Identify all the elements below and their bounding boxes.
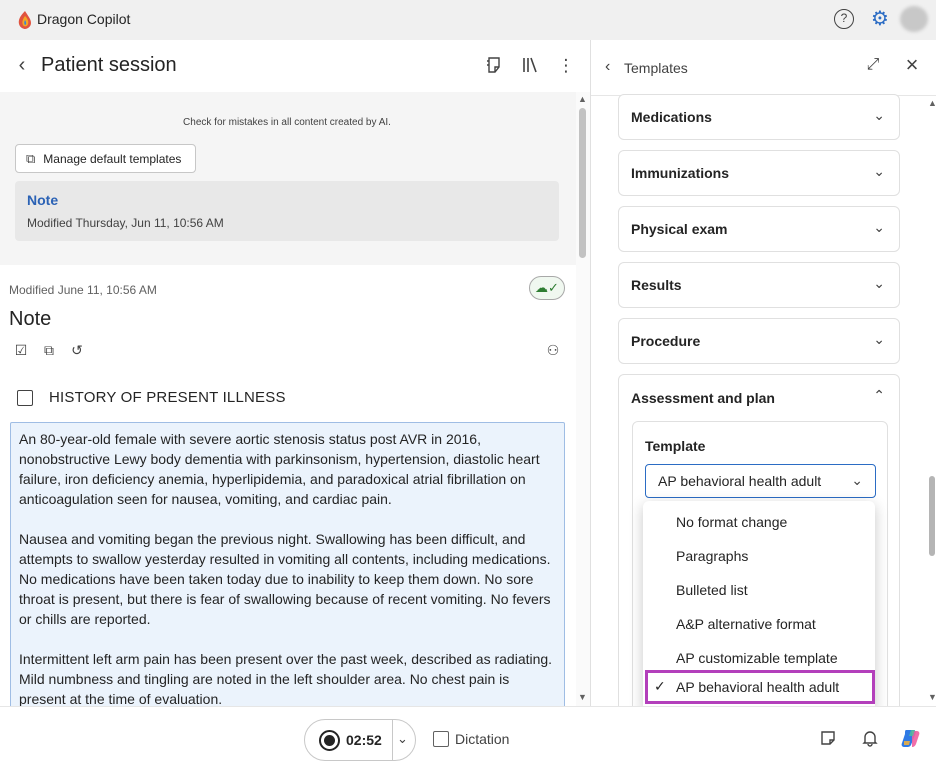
option-label: AP customizable template (676, 650, 838, 666)
templates-header: ‹ Templates ⤢ × (591, 40, 936, 96)
section-title-hpi: HISTORY OF PRESENT ILLNESS (49, 389, 286, 406)
left-scrollbar[interactable]: ▲ ▼ (576, 92, 590, 706)
scroll-down-arrow-icon[interactable]: ▼ (928, 692, 936, 702)
chevron-down-icon: ⌄ (873, 163, 885, 179)
chevron-down-icon: ⌄ (873, 275, 885, 291)
dictation-checkbox[interactable] (433, 731, 449, 747)
template-select-value: AP behavioral health adult (658, 473, 822, 489)
dragon-copilot-logo-icon (18, 11, 31, 29)
hpi-text-box[interactable]: An 80-year-old female with severe aortic… (10, 422, 565, 706)
note-template-card[interactable]: Note Modified Thursday, Jun 11, 10:56 AM (15, 181, 559, 241)
option-label: Bulleted list (676, 582, 748, 598)
manage-button-label: Manage default templates (43, 151, 182, 166)
dropdown-option[interactable]: No format change (643, 505, 875, 539)
option-label: A&P alternative format (676, 616, 816, 632)
template-summary-area: Check for mistakes in all content create… (0, 92, 576, 265)
template-dropdown-list: No format change Paragraphs Bulleted lis… (643, 501, 875, 706)
section-immunizations[interactable]: Immunizations ⌄ (618, 150, 900, 196)
option-label: AP behavioral health adult (676, 679, 840, 695)
section-label: Procedure (631, 333, 701, 349)
dictation-label: Dictation (455, 731, 510, 747)
scroll-down-arrow-icon[interactable]: ▼ (578, 692, 587, 702)
expand-icon[interactable]: ⤢ (863, 56, 883, 76)
copilot-logo-icon[interactable] (900, 727, 922, 749)
dropdown-option[interactable]: Bulleted list (643, 573, 875, 607)
hpi-paragraph: Intermittent left arm pain has been pres… (19, 651, 553, 706)
history-icon[interactable]: ↺ (68, 341, 86, 359)
checkmark-icon: ✓ (654, 678, 666, 694)
section-checkbox[interactable] (17, 390, 33, 406)
ai-warning-text: Check for mistakes in all content create… (183, 117, 391, 128)
notification-bell-icon[interactable] (860, 729, 880, 749)
templates-title[interactable]: Templates (624, 60, 688, 76)
note-card-title: Note (27, 192, 59, 208)
right-scrollbar[interactable]: ▲ ▼ (927, 96, 936, 706)
hpi-paragraph: An 80-year-old female with severe aortic… (19, 431, 540, 507)
note-heading: Note (9, 308, 52, 330)
chevron-down-icon: ⌄ (873, 331, 885, 347)
section-label: Physical exam (631, 221, 728, 237)
option-label: Paragraphs (676, 548, 749, 564)
section-procedure[interactable]: Procedure ⌄ (618, 318, 900, 364)
note-modified-text: Modified June 11, 10:56 AM (9, 283, 157, 297)
recording-timer: 02:52 (346, 732, 382, 748)
scroll-up-arrow-icon[interactable]: ▲ (578, 94, 587, 104)
more-options-icon[interactable]: ⋮ (555, 55, 577, 77)
scroll-up-arrow-icon[interactable]: ▲ (928, 98, 936, 108)
chevron-down-icon[interactable]: ⌄ (397, 731, 408, 747)
section-label: Medications (631, 109, 712, 125)
section-medications[interactable]: Medications ⌄ (618, 94, 900, 140)
chevron-down-icon: ⌄ (873, 219, 885, 235)
help-icon[interactable]: ? (834, 9, 854, 29)
patient-session-header: ‹ Patient session ⋮ (0, 40, 590, 92)
manage-default-templates-button[interactable]: ⧉ Manage default templates (15, 144, 196, 173)
sticky-note-icon[interactable] (818, 729, 838, 749)
template-label: Template (645, 438, 706, 454)
option-label: No format change (676, 514, 788, 530)
title-bar: Dragon Copilot ? ⚙ (0, 0, 936, 40)
user-avatar[interactable] (900, 6, 928, 32)
scroll-thumb[interactable] (929, 476, 935, 556)
copy-icon[interactable]: ⧉ (40, 341, 58, 359)
notes-icon[interactable] (483, 55, 505, 77)
templates-pane: ‹ Templates ⤢ × Medications ⌄ Immunizati… (590, 40, 936, 706)
divider (392, 720, 393, 760)
back-arrow-icon[interactable]: ‹ (12, 54, 32, 78)
chevron-down-icon: ⌄ (873, 107, 885, 123)
gear-icon[interactable]: ⚙ (869, 8, 891, 30)
patient-session-pane: ‹ Patient session ⋮ Check for mistakes i… (0, 40, 590, 706)
dropdown-option[interactable]: Paragraphs (643, 539, 875, 573)
section-label: Results (631, 277, 682, 293)
recording-control[interactable]: 02:52 ⌄ (304, 719, 416, 761)
checklist-icon[interactable]: ☑ (12, 341, 30, 359)
cloud-synced-icon[interactable]: ☁✓ (529, 276, 565, 300)
library-icon[interactable] (519, 55, 541, 77)
open-external-icon: ⧉ (26, 150, 36, 166)
people-settings-icon[interactable]: ⚇ (544, 341, 562, 359)
section-physical-exam[interactable]: Physical exam ⌄ (618, 206, 900, 252)
bottom-bar: 02:52 ⌄ Dictation (0, 706, 936, 769)
record-icon[interactable] (319, 730, 340, 751)
section-label: Immunizations (631, 165, 730, 181)
hpi-paragraph: Nausea and vomiting began the previous n… (19, 531, 551, 627)
dropdown-option-selected[interactable]: ✓ AP behavioral health adult (645, 670, 875, 704)
close-icon[interactable]: × (901, 54, 923, 76)
dropdown-option[interactable]: A&P alternative format (643, 607, 875, 641)
section-results[interactable]: Results ⌄ (618, 262, 900, 308)
page-title: Patient session (41, 54, 177, 76)
chevron-down-icon: ⌄ (851, 472, 863, 488)
chevron-up-icon[interactable]: ⌃ (873, 387, 885, 404)
scroll-thumb[interactable] (579, 108, 586, 258)
templates-back-icon[interactable]: ‹ (605, 58, 610, 76)
section-label: Assessment and plan (631, 390, 775, 406)
app-title: Dragon Copilot (37, 11, 131, 27)
template-select[interactable]: AP behavioral health adult ⌄ (645, 464, 876, 498)
note-card-modified: Modified Thursday, Jun 11, 10:56 AM (27, 216, 224, 230)
